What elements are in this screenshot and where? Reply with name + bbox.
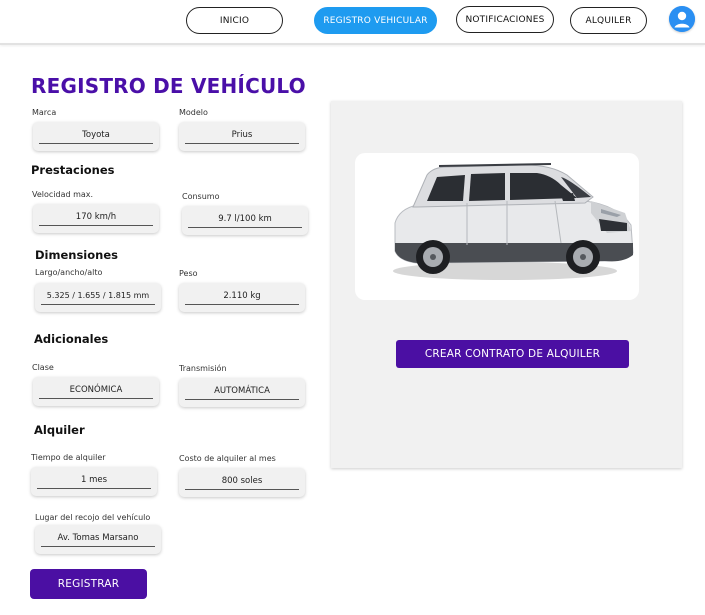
marca-field[interactable]: Toyota xyxy=(33,122,159,151)
nav-registro-vehicular-button[interactable]: REGISTRO VEHICULAR xyxy=(314,7,437,34)
peso-field[interactable]: 2.110 kg xyxy=(179,283,305,312)
lugar-value: Av. Tomas Marsano xyxy=(57,533,139,543)
registrar-label: REGISTRAR xyxy=(57,578,120,590)
tiempo-label: Tiempo de alquiler xyxy=(31,453,106,462)
field-underline xyxy=(41,304,155,305)
field-underline xyxy=(37,488,151,489)
costo-label: Costo de alquiler al mes xyxy=(179,454,276,463)
field-underline xyxy=(185,489,299,490)
vehicle-image-card xyxy=(355,153,639,300)
section-prestaciones: Prestaciones xyxy=(31,163,115,177)
transmision-field[interactable]: AUTOMÁTICA xyxy=(179,378,305,407)
nav-notificaciones-button[interactable]: NOTIFICACIONES xyxy=(456,6,554,33)
consumo-label: Consumo xyxy=(182,192,220,201)
field-underline xyxy=(185,304,299,305)
velocidad-label: Velocidad max. xyxy=(32,190,94,199)
transmision-label: Transmisión xyxy=(179,364,227,373)
nav-registro-label: REGISTRO VEHICULAR xyxy=(323,15,428,26)
costo-field[interactable]: 800 soles xyxy=(179,468,305,497)
clase-field[interactable]: ECONÓMICA xyxy=(33,377,159,406)
vehicle-registration-page: INICIO REGISTRO VEHICULAR NOTIFICACIONES… xyxy=(0,0,705,615)
field-underline xyxy=(185,143,299,144)
nav-alquiler-label: ALQUILER xyxy=(585,15,632,26)
clase-label: Clase xyxy=(32,363,54,372)
marca-value: Toyota xyxy=(82,130,110,140)
crear-contrato-button[interactable]: CREAR CONTRATO DE ALQUILER xyxy=(396,340,629,368)
nav-alquiler-button[interactable]: ALQUILER xyxy=(570,7,647,34)
consumo-field[interactable]: 9.7 l/100 km xyxy=(182,206,308,235)
field-underline xyxy=(41,546,155,547)
section-alquiler: Alquiler xyxy=(34,423,85,437)
modelo-label: Modelo xyxy=(179,108,208,117)
modelo-value: Prius xyxy=(231,130,253,140)
field-underline xyxy=(39,398,153,399)
costo-value: 800 soles xyxy=(221,476,263,486)
user-avatar-icon[interactable] xyxy=(669,6,695,32)
consumo-value: 9.7 l/100 km xyxy=(218,214,272,224)
velocidad-field[interactable]: 170 km/h xyxy=(33,204,159,233)
field-underline xyxy=(185,399,299,400)
registrar-button[interactable]: REGISTRAR xyxy=(30,569,147,599)
section-dimensiones: Dimensiones xyxy=(35,248,118,262)
peso-label: Peso xyxy=(179,269,198,278)
nav-inicio-label: INICIO xyxy=(219,15,250,26)
lugar-field[interactable]: Av. Tomas Marsano xyxy=(35,525,161,554)
largo-field[interactable]: 5.325 / 1.655 / 1.815 mm xyxy=(35,283,161,312)
tiempo-field[interactable]: 1 mes xyxy=(31,467,157,496)
nav-divider xyxy=(0,43,705,45)
transmision-value: AUTOMÁTICA xyxy=(214,386,270,396)
field-underline xyxy=(188,227,302,228)
field-underline xyxy=(39,143,153,144)
nav-inicio-button[interactable]: INICIO xyxy=(186,7,283,34)
peso-value: 2.110 kg xyxy=(223,291,261,301)
marca-label: Marca xyxy=(32,108,57,117)
suv-vehicle-image xyxy=(393,163,634,280)
page-title: REGISTRO DE VEHÍCULO xyxy=(31,74,306,98)
lugar-label: Lugar del recojo del vehículo xyxy=(35,513,151,522)
clase-value: ECONÓMICA xyxy=(69,385,123,395)
modelo-field[interactable]: Prius xyxy=(179,122,305,151)
section-adicionales: Adicionales xyxy=(34,332,109,346)
field-underline xyxy=(39,225,153,226)
velocidad-value: 170 km/h xyxy=(75,212,117,222)
nav-notificaciones-label: NOTIFICACIONES xyxy=(465,14,545,25)
tiempo-value: 1 mes xyxy=(80,475,108,485)
largo-value: 5.325 / 1.655 / 1.815 mm xyxy=(46,291,150,300)
crear-contrato-label: CREAR CONTRATO DE ALQUILER xyxy=(424,348,601,360)
largo-label: Largo/ancho/alto xyxy=(35,268,103,277)
